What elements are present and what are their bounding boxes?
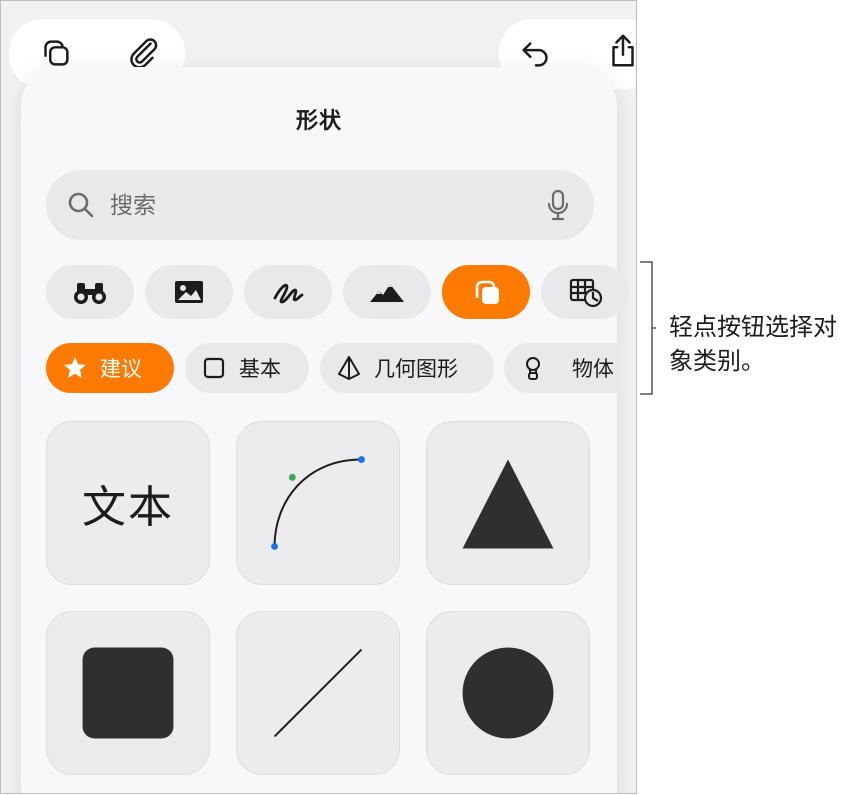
binoculars-icon <box>74 283 106 304</box>
chip-label: 基本 <box>239 357 281 381</box>
callout-text: 轻点按钮选择对象类别。 <box>669 313 837 375</box>
chip-objects[interactable]: 物体 <box>504 343 617 393</box>
shape-tile-circle[interactable] <box>426 611 590 775</box>
chip-label: 物体 <box>572 357 614 381</box>
chip-label: 几何图形 <box>374 357 458 381</box>
drawing-icon <box>273 283 304 304</box>
chip-basic[interactable]: 基本 <box>185 343 309 393</box>
search-field[interactable] <box>46 170 594 240</box>
chip-label: 建议 <box>100 357 142 381</box>
square-outline-icon <box>203 357 225 379</box>
shapes-popover: 形状 搜索 建议 基本 几何图形 物体 文本 <box>21 67 629 793</box>
category-photos-search-button[interactable] <box>46 265 134 319</box>
chart-table-icon <box>569 278 603 308</box>
image-icon <box>175 281 203 303</box>
shape-tile-curve[interactable] <box>236 421 400 585</box>
line-shape <box>273 648 363 738</box>
star-icon <box>64 357 86 378</box>
shape-tile-line[interactable] <box>236 611 400 775</box>
share-icon[interactable] <box>599 27 636 75</box>
shape-tile-square[interactable] <box>46 611 210 775</box>
mountains-icon <box>370 284 404 302</box>
app-window: 形状 搜索 建议 基本 几何图形 物体 文本 <box>0 0 637 794</box>
triangle-shape <box>462 459 554 549</box>
subcategory-chips: 建议 基本 几何图形 物体 <box>21 343 617 393</box>
category-charts-button[interactable] <box>541 265 629 319</box>
circle-shape <box>462 647 554 739</box>
lightbulb-icon <box>526 357 540 380</box>
category-image-button[interactable] <box>145 265 233 319</box>
category-drawing-button[interactable] <box>244 265 332 319</box>
callout-bracket <box>640 261 656 395</box>
curve-shape <box>271 456 365 550</box>
microphone-icon[interactable] <box>546 189 570 221</box>
chip-suggestions[interactable]: 建议 <box>46 343 174 393</box>
text-shape-label: 文本 <box>82 482 174 533</box>
search-icon <box>68 192 94 218</box>
chip-geometry[interactable]: 几何图形 <box>320 343 494 393</box>
category-landscape-button[interactable] <box>343 265 431 319</box>
shape-tile-text[interactable]: 文本 <box>46 421 210 585</box>
pyramid-icon <box>338 356 360 380</box>
category-buttons <box>21 265 629 319</box>
shape-tile-triangle[interactable] <box>426 421 590 585</box>
shapes-icon <box>475 280 499 304</box>
square-shape <box>82 647 174 739</box>
category-shapes-button[interactable] <box>442 265 530 319</box>
search-input[interactable] <box>108 184 512 228</box>
popover-title: 形状 <box>295 109 342 134</box>
